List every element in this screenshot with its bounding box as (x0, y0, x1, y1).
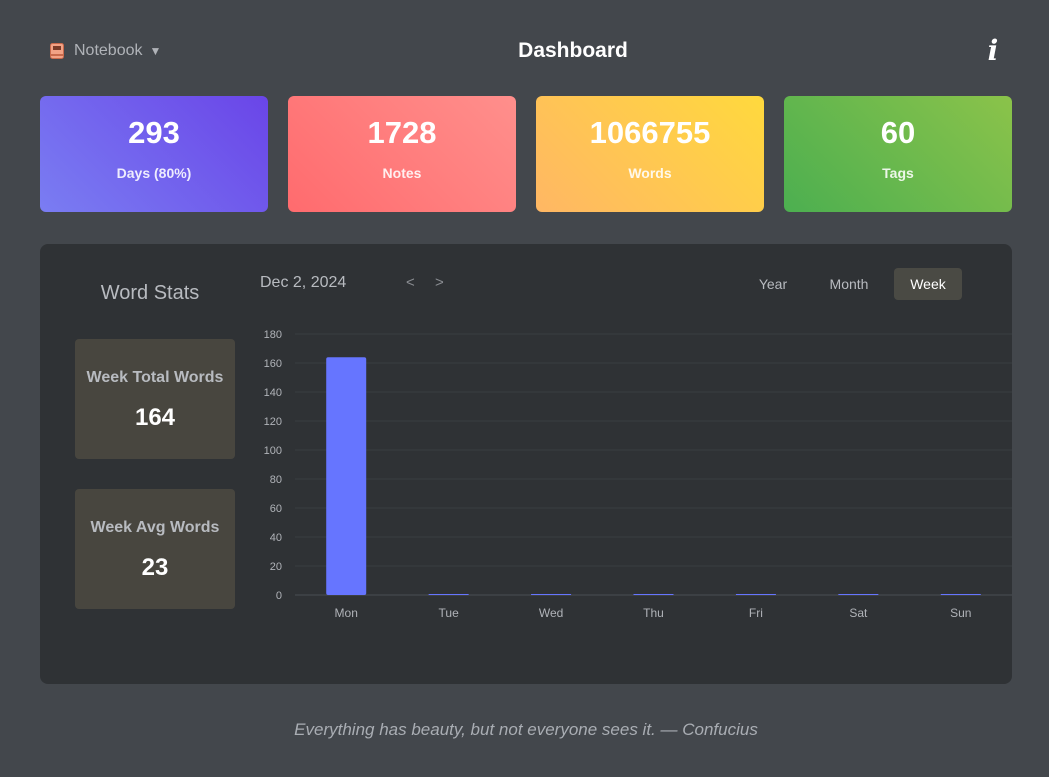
word-count-chart: 0 20 40 60 80 100 120 140 160 180 Mon Tue Wed Thu Fri S… (264, 329, 1012, 620)
y-tick-label: 60 (270, 503, 282, 515)
x-tick-label-sat: Sat (849, 606, 868, 620)
prev-period-button[interactable]: < (406, 274, 415, 291)
tab-week[interactable]: Week (894, 268, 962, 300)
x-tick-label-tue: Tue (439, 606, 460, 620)
week-avg-card: Week Avg Words 23 (75, 489, 235, 609)
current-date: Dec 2, 2024 (260, 274, 347, 291)
tab-year[interactable]: Year (748, 268, 798, 300)
word-stats-panel: Word Stats Week Total Words 164 Week Avg… (40, 244, 1012, 684)
y-tick-label: 160 (264, 358, 282, 370)
y-tick-label: 180 (264, 329, 282, 341)
stat-card-days: 293 Days (80%) (40, 96, 268, 212)
stat-tags-value: 60 (880, 115, 916, 150)
next-period-button[interactable]: > (435, 274, 444, 291)
y-tick-label: 120 (264, 416, 282, 428)
stat-tags-label: Tags (882, 165, 914, 181)
bar-fri[interactable] (735, 594, 776, 595)
page-title: Dashboard (518, 39, 628, 62)
y-tick-label: 40 (270, 532, 282, 544)
bar-mon[interactable] (326, 357, 367, 595)
bar-tue[interactable] (428, 594, 469, 595)
stat-card-notes: 1728 Notes (288, 96, 516, 212)
bar-sun[interactable] (940, 594, 981, 595)
x-tick-label-sun: Sun (950, 606, 971, 620)
y-tick-label: 100 (264, 445, 282, 457)
header: Notebook ▼ Dashboard i (0, 0, 1049, 100)
week-avg-value: 23 (141, 554, 169, 581)
x-tick-label-wed: Wed (539, 606, 563, 620)
stat-words-label: Words (628, 165, 672, 181)
bar-sat[interactable] (838, 594, 879, 595)
y-tick-label: 140 (264, 387, 282, 399)
bar-thu[interactable] (633, 594, 674, 595)
footer-quote: Everything has beauty, but not everyone … (294, 720, 758, 739)
x-tick-label-thu: Thu (643, 606, 664, 620)
x-tick-label-mon: Mon (335, 606, 358, 620)
word-stats-title: Word Stats (100, 282, 200, 304)
tab-month[interactable]: Month (820, 268, 878, 300)
week-total-card: Week Total Words 164 (75, 339, 235, 459)
stat-notes-label: Notes (382, 165, 422, 181)
stat-days-label: Days (80%) (116, 165, 192, 181)
x-tick-label-fri: Fri (749, 606, 763, 620)
week-total-value: 164 (134, 404, 176, 431)
stat-card-words: 1066755 Words (536, 96, 764, 212)
y-tick-label: 0 (276, 590, 282, 602)
stat-days-value: 293 (128, 115, 180, 150)
week-avg-label: Week Avg Words (90, 519, 220, 536)
stat-notes-value: 1728 (367, 115, 437, 150)
stat-card-tags: 60 Tags (784, 96, 1012, 212)
y-tick-label: 20 (270, 561, 282, 573)
stat-words-value: 1066755 (589, 115, 711, 150)
y-tick-label: 80 (270, 474, 282, 486)
week-total-label: Week Total Words (86, 369, 224, 386)
bar-wed[interactable] (531, 594, 572, 595)
info-icon[interactable]: i (982, 34, 1004, 68)
